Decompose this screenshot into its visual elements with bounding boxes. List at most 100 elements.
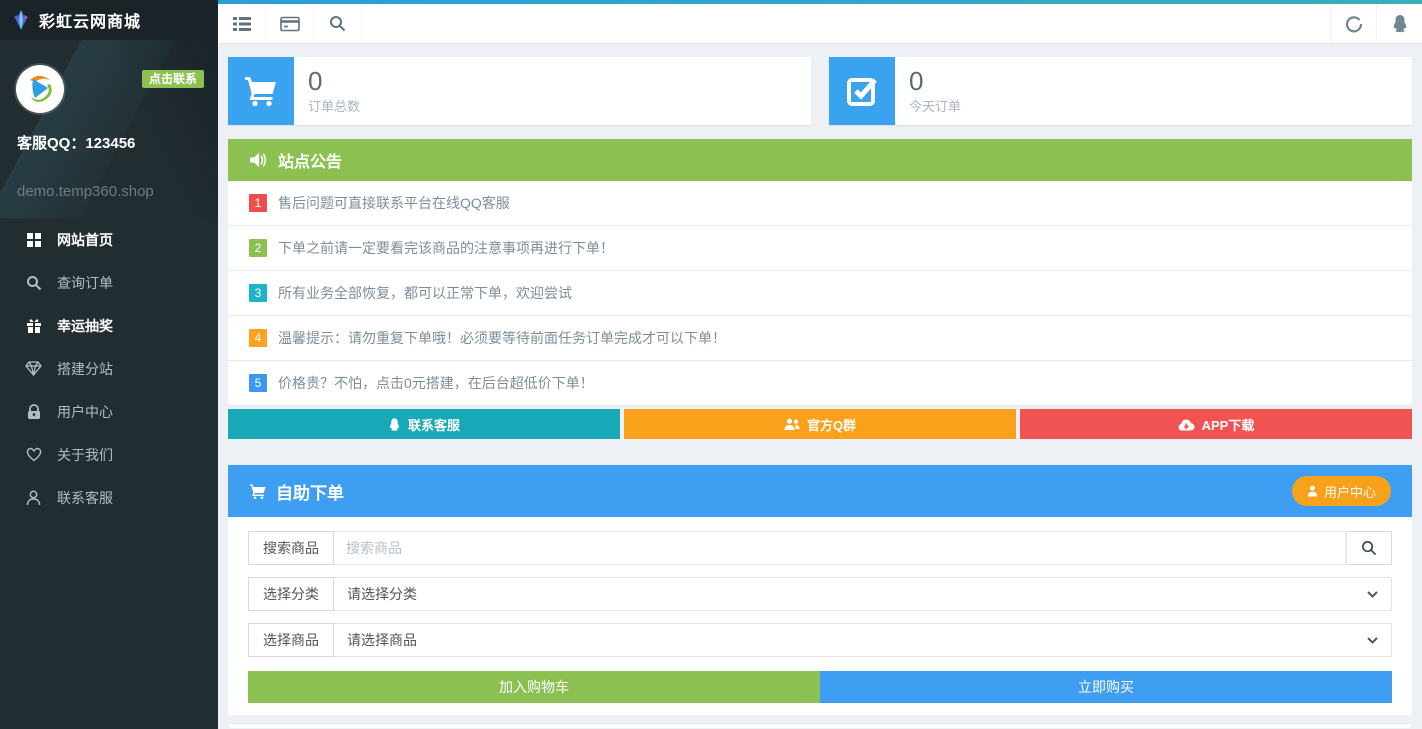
cloud-download-icon (1178, 418, 1195, 431)
app-download-button[interactable]: APP下载 (1020, 409, 1412, 439)
button-label: 立即购买 (1078, 677, 1134, 697)
sidebar: 彩虹云网商城 点击联系 客服QQ：123456 demo.temp360.sho… (0, 0, 218, 729)
refresh-button[interactable] (1330, 4, 1376, 43)
sidebar-item-query-order[interactable]: 查询订单 (0, 261, 218, 304)
category-select-value: 请选择分类 (347, 584, 417, 604)
credit-card-icon (280, 16, 300, 32)
announcement-buttons-row: 联系客服 官方Q群 APP下载 (228, 409, 1412, 439)
stat-value: 0 (308, 67, 360, 97)
user-center-button[interactable]: 用户中心 (1292, 476, 1391, 506)
stat-label: 今天订单 (909, 96, 961, 115)
announcement-text: 所有业务全部恢复，都可以正常下单，欢迎尝试 (278, 283, 572, 303)
search-icon (25, 274, 42, 291)
gem-icon (25, 360, 42, 377)
sidebar-item-label: 关于我们 (57, 445, 113, 465)
brand-logo-icon (10, 9, 32, 31)
contact-badge[interactable]: 点击联系 (142, 70, 204, 88)
qq-penguin-icon (1391, 14, 1409, 33)
self-order-header: 自助下单 用户中心 (228, 465, 1412, 517)
avatar[interactable] (16, 65, 64, 113)
announcement-list: 1 售后问题可直接联系平台在线QQ客服 2 下单之前请一定要看完该商品的注意事项… (228, 181, 1412, 406)
user-icon (25, 489, 42, 506)
cart-icon (249, 483, 267, 500)
add-to-cart-button[interactable]: 加入购物车 (248, 671, 820, 703)
sidebar-item-user-center[interactable]: 用户中心 (0, 390, 218, 433)
refresh-icon (1345, 15, 1363, 33)
announcement-text: 下单之前请一定要看完该商品的注意事项再进行下单！ (278, 238, 614, 258)
announcement-panel: 站点公告 1 售后问题可直接联系平台在线QQ客服 2 下单之前请一定要看完该商品… (228, 139, 1412, 439)
button-label: 加入购物车 (499, 677, 569, 697)
search-icon (329, 15, 346, 32)
grid-icon (25, 231, 42, 248)
chevron-down-icon (1367, 637, 1378, 644)
announcement-title: 站点公告 (278, 148, 342, 172)
heart-icon (25, 446, 42, 463)
sidebar-item-label: 查询订单 (57, 273, 113, 293)
buy-now-button[interactable]: 立即购买 (820, 671, 1392, 703)
announcement-number-badge: 4 (249, 329, 267, 347)
announcement-item: 1 售后问题可直接联系平台在线QQ客服 (228, 181, 1412, 226)
announcement-header: 站点公告 (228, 139, 1412, 181)
select-category-label: 选择分类 (248, 577, 334, 611)
top-toolbar (218, 4, 1422, 44)
stats-row: 0 订单总数 0 今天订单 (228, 57, 1412, 125)
button-label: 官方Q群 (807, 415, 856, 434)
select-category-row: 选择分类 请选择分类 (248, 577, 1392, 611)
sidebar-item-label: 联系客服 (57, 488, 113, 508)
main-area: 0 订单总数 0 今天订单 站点公告 (218, 0, 1422, 729)
announcement-number-badge: 2 (249, 239, 267, 257)
qq-contact-button[interactable] (1376, 4, 1422, 43)
brand[interactable]: 彩虹云网商城 (0, 0, 218, 40)
announcement-text: 温馨提示：请勿重复下单哦！必须要等待前面任务订单完成才可以下单！ (278, 328, 726, 348)
stat-label: 订单总数 (308, 96, 360, 115)
sidebar-item-about-us[interactable]: 关于我们 (0, 433, 218, 476)
button-label: APP下载 (1202, 415, 1255, 434)
next-section-peek (228, 723, 1412, 728)
sidebar-item-build-substation[interactable]: 搭建分站 (0, 347, 218, 390)
toolbar-spacer (362, 4, 1330, 43)
stat-value: 0 (909, 67, 961, 97)
announcement-item: 5 价格贵？不怕，点击0元搭建，在后台超低价下单！ (228, 361, 1412, 406)
self-order-body: 搜索商品 选择分类 请选择分类 (228, 517, 1412, 715)
select-product-row: 选择商品 请选择商品 (248, 623, 1392, 657)
product-select[interactable]: 请选择商品 (334, 623, 1392, 657)
search-product-row: 搜索商品 (248, 531, 1392, 565)
user-icon (1307, 485, 1318, 497)
sidebar-profile: 点击联系 客服QQ：123456 demo.temp360.shop (0, 40, 218, 218)
announcement-number-badge: 3 (249, 284, 267, 302)
announcement-number-badge: 1 (249, 194, 267, 212)
list-icon (233, 16, 251, 32)
contact-service-button[interactable]: 联系客服 (228, 409, 620, 439)
qq-icon (388, 417, 401, 432)
check-square-icon (829, 57, 895, 125)
service-qq-label: 客服QQ：123456 (17, 132, 135, 153)
button-label: 用户中心 (1324, 482, 1376, 501)
search-product-input[interactable] (334, 531, 1346, 565)
announcement-text: 价格贵？不怕，点击0元搭建，在后台超低价下单！ (278, 373, 594, 393)
category-select[interactable]: 请选择分类 (334, 577, 1392, 611)
stat-body: 0 今天订单 (895, 57, 975, 125)
search-icon (1361, 540, 1377, 556)
announcement-number-badge: 5 (249, 374, 267, 392)
sidebar-item-label: 幸运抽奖 (57, 316, 113, 336)
announcement-item: 3 所有业务全部恢复，都可以正常下单，欢迎尝试 (228, 271, 1412, 316)
self-order-title: 自助下单 (276, 479, 344, 504)
official-qq-group-button[interactable]: 官方Q群 (624, 409, 1016, 439)
chevron-down-icon (1367, 591, 1378, 598)
product-search-button[interactable] (1346, 531, 1392, 565)
page-content: 0 订单总数 0 今天订单 站点公告 (218, 44, 1422, 729)
sidebar-item-contact-service[interactable]: 联系客服 (0, 476, 218, 519)
button-label: 联系客服 (408, 415, 460, 434)
list-view-button[interactable] (218, 4, 266, 43)
sidebar-item-lucky-draw[interactable]: 幸运抽奖 (0, 304, 218, 347)
sidebar-item-home[interactable]: 网站首页 (0, 218, 218, 261)
gift-icon (25, 317, 42, 334)
stat-card-today-orders: 0 今天订单 (829, 57, 1412, 125)
search-button[interactable] (314, 4, 362, 43)
billing-button[interactable] (266, 4, 314, 43)
users-icon (784, 418, 800, 431)
self-order-panel: 自助下单 用户中心 搜索商品 (228, 465, 1412, 715)
cart-icon (228, 57, 294, 125)
sidebar-item-label: 用户中心 (57, 402, 113, 422)
stat-body: 0 订单总数 (294, 57, 374, 125)
